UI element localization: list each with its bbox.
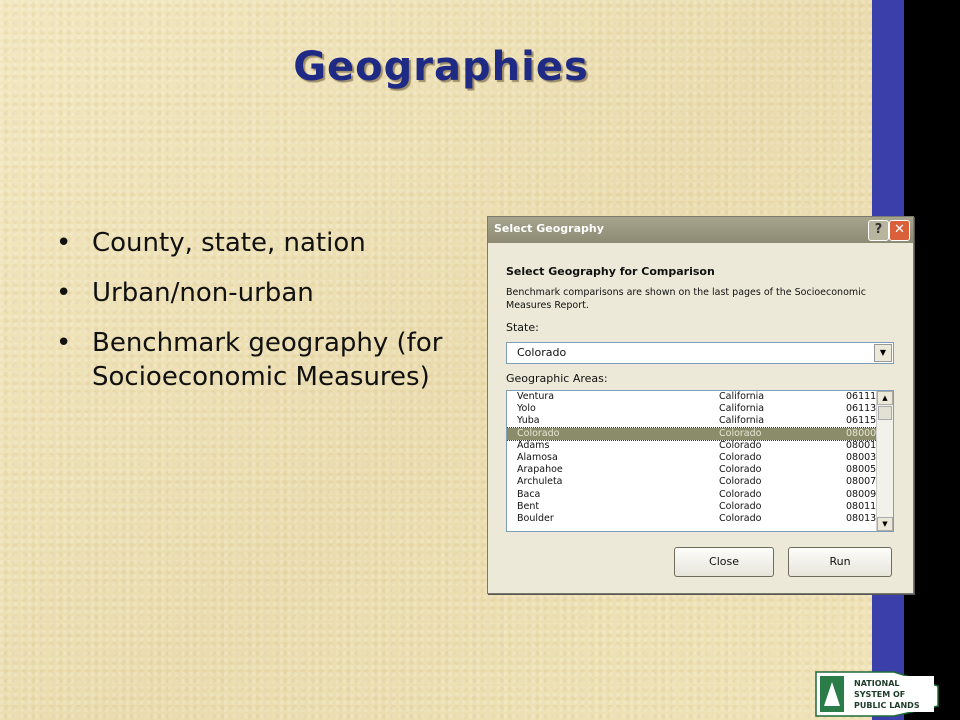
close-button[interactable]: Close xyxy=(674,547,774,577)
row-state: California xyxy=(719,391,765,402)
bullet-text: Benchmark geography (for Socioeconomic M… xyxy=(92,328,443,392)
table-row[interactable]: Baca Colorado 08009 xyxy=(507,489,893,501)
row-name: Ventura xyxy=(517,391,555,402)
dialog-title: Select Geography xyxy=(494,222,604,235)
chevron-down-icon[interactable]: ▼ xyxy=(874,344,892,362)
close-icon[interactable]: ✕ xyxy=(889,220,910,241)
select-geography-dialog: Select Geography ? ✕ Select Geography fo… xyxy=(487,216,914,594)
row-state: Colorado xyxy=(719,439,762,451)
table-row[interactable]: Yolo California 06113 xyxy=(507,403,893,415)
row-name: Adams xyxy=(517,439,550,451)
table-row[interactable]: Archuleta Colorado 08007 xyxy=(507,476,893,488)
geographic-areas-label: Geographic Areas: xyxy=(506,372,608,385)
row-state: Colorado xyxy=(719,488,762,500)
row-name: Boulder xyxy=(517,512,554,524)
row-name: Yuba xyxy=(517,415,540,427)
bullet-text: Urban/non-urban xyxy=(92,278,314,308)
svg-text:PUBLIC LANDS: PUBLIC LANDS xyxy=(854,701,920,710)
row-name: Yolo xyxy=(517,403,536,415)
svg-text:NATIONAL: NATIONAL xyxy=(854,679,899,688)
row-code: 06115 xyxy=(846,415,877,427)
row-state: California xyxy=(719,415,765,427)
row-state: Colorado xyxy=(719,464,762,476)
slide-title: Geographies xyxy=(293,44,589,90)
row-state: Colorado xyxy=(719,476,762,488)
list-scrollbar[interactable]: ▲ ▼ xyxy=(876,391,893,531)
table-row[interactable]: Adams Colorado 08001 xyxy=(507,440,893,452)
row-code: 08000 xyxy=(846,427,877,439)
row-state: California xyxy=(719,403,765,415)
row-code: 08013 xyxy=(846,512,877,524)
scroll-thumb[interactable] xyxy=(878,406,892,420)
row-name: Alamosa xyxy=(517,451,558,463)
run-button[interactable]: Run xyxy=(788,547,892,577)
national-system-of-public-lands-logo: NATIONAL SYSTEM OF PUBLIC LANDS xyxy=(815,671,939,717)
scroll-up-icon[interactable]: ▲ xyxy=(877,391,893,405)
dialog-description: Benchmark comparisons are shown on the l… xyxy=(506,287,866,311)
scroll-down-icon[interactable]: ▼ xyxy=(877,517,893,531)
list-rows: Ventura California 06111 Yolo California 0611… xyxy=(507,391,893,525)
bullet-dot-icon: • xyxy=(56,278,72,308)
help-button[interactable]: ? xyxy=(868,220,889,241)
bullet-item: • Urban/non-urban xyxy=(56,276,456,310)
table-row[interactable]: Ventura California 06111 xyxy=(507,391,893,403)
bullet-dot-icon: • xyxy=(56,228,72,258)
row-name: Archuleta xyxy=(517,476,563,488)
row-code: 08007 xyxy=(846,476,877,488)
dialog-titlebar[interactable]: Select Geography ? ✕ xyxy=(488,217,913,243)
row-code: 06111 xyxy=(846,391,877,402)
state-select-value: Colorado xyxy=(517,346,567,359)
table-row[interactable]: Colorado Colorado 08000 xyxy=(507,426,893,441)
row-code: 08011 xyxy=(846,500,877,512)
row-code: 06113 xyxy=(846,403,877,415)
row-state: Colorado xyxy=(719,512,762,524)
table-row[interactable]: Bent Colorado 08011 xyxy=(507,501,893,513)
table-row[interactable]: Arapahoe Colorado 08005 xyxy=(507,464,893,476)
row-state: Colorado xyxy=(719,500,762,512)
row-code: 08003 xyxy=(846,451,877,463)
row-code: 08005 xyxy=(846,464,877,476)
row-name: Arapahoe xyxy=(517,464,563,476)
dialog-heading: Select Geography for Comparison xyxy=(506,265,715,278)
table-row[interactable]: Boulder Colorado 08013 xyxy=(507,513,893,525)
state-select[interactable]: Colorado ▼ xyxy=(506,342,894,364)
row-code: 08001 xyxy=(846,439,877,451)
geographic-areas-list[interactable]: Ventura California 06111 Yolo California 0611… xyxy=(506,390,894,532)
table-row[interactable]: Alamosa Colorado 08003 xyxy=(507,452,893,464)
bullet-text: County, state, nation xyxy=(92,228,366,258)
row-name: Baca xyxy=(517,488,541,500)
svg-text:SYSTEM OF: SYSTEM OF xyxy=(854,690,905,699)
row-state: Colorado xyxy=(719,451,762,463)
row-name: Colorado xyxy=(517,427,560,439)
bullet-item: • County, state, nation xyxy=(56,226,456,260)
row-name: Bent xyxy=(517,500,540,512)
table-row[interactable]: Yuba California 06115 xyxy=(507,415,893,427)
bullet-item: • Benchmark geography (for Socioeconomic … xyxy=(56,326,456,394)
bullet-list: • County, state, nation • Urban/non-urban … xyxy=(56,226,456,410)
state-label: State: xyxy=(506,321,539,334)
row-state: Colorado xyxy=(719,427,762,439)
bullet-dot-icon: • xyxy=(56,328,72,358)
row-code: 08009 xyxy=(846,488,877,500)
